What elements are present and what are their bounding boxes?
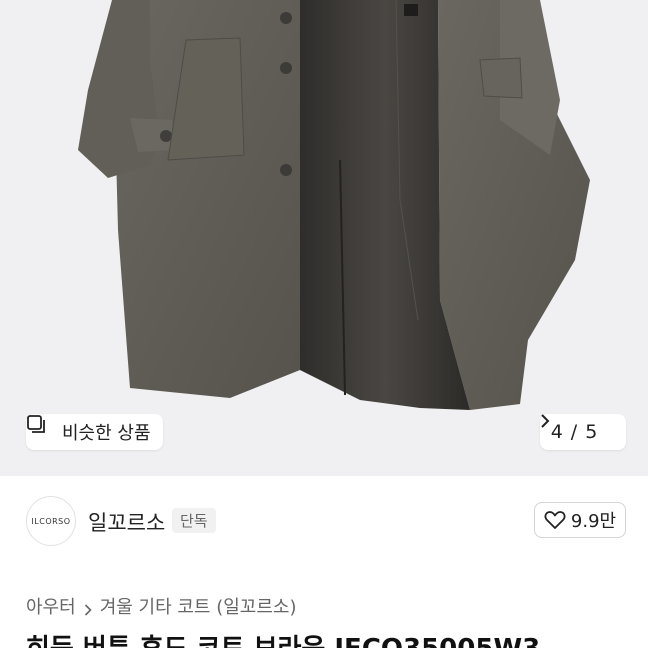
- product-title: 히든 버튼 후드 코트 브라운 IFCO35005W3: [26, 628, 540, 648]
- page-separator: /: [570, 421, 578, 443]
- seller-row: ILCORSO 일꼬르소 단독 9.9만: [0, 476, 648, 566]
- product-photo-coat: [78, 0, 590, 410]
- chevron-right-icon[interactable]: [541, 414, 615, 439]
- seller-avatar[interactable]: ILCORSO: [26, 496, 76, 546]
- similar-items-label: 비슷한 상품: [62, 423, 151, 444]
- like-button[interactable]: 9.9만: [534, 502, 626, 538]
- seller-avatar-text: ILCORSO: [31, 516, 71, 526]
- page-total: 5: [585, 421, 598, 443]
- heart-icon: [544, 510, 566, 530]
- similar-items-button[interactable]: 비슷한 상품: [26, 414, 163, 450]
- similar-items-icon: [27, 415, 56, 442]
- chevron-right-icon: [84, 600, 92, 616]
- product-image-gallery[interactable]: 비슷한 상품 4 / 5: [0, 0, 648, 476]
- page-current: 4: [550, 421, 563, 443]
- like-count: 9.9만: [570, 511, 617, 532]
- image-pager[interactable]: 4 / 5: [540, 414, 626, 450]
- breadcrumb: 아우터 겨울 기타 코트 (일꼬르소): [26, 593, 297, 619]
- breadcrumb-subcategory[interactable]: 겨울 기타 코트 (일꼬르소): [100, 593, 297, 619]
- exclusive-badge: 단독: [172, 508, 216, 533]
- seller-name[interactable]: 일꼬르소: [88, 507, 165, 537]
- breadcrumb-category[interactable]: 아우터: [26, 593, 76, 619]
